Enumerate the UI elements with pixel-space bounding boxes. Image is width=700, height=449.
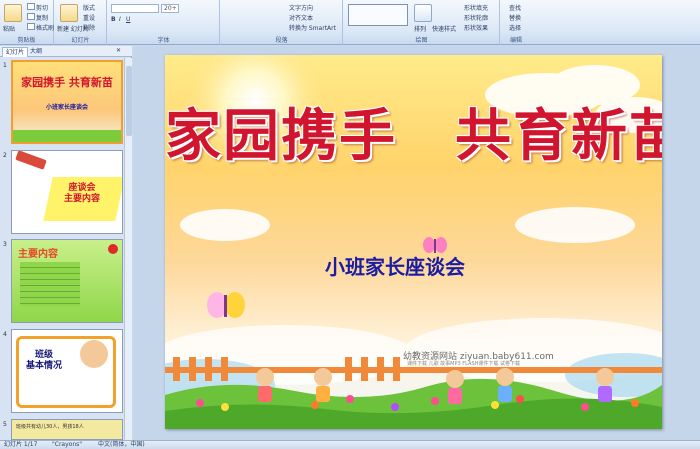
- convert-smartart-button[interactable]: 转换为 SmartArt: [289, 23, 336, 32]
- slide-number: 4: [3, 331, 7, 338]
- replace-button[interactable]: 替换: [509, 13, 521, 22]
- thumbnail-title: 座谈会 主要内容: [63, 183, 100, 204]
- slide-canvas[interactable]: 家园携手 共育新苗 小班家长座谈会 幼教资源网站 ziyuan.baby611.…: [165, 55, 662, 429]
- thumbnail-title: 主要内容: [18, 249, 58, 260]
- ribbon: 粘贴 剪切 复制 格式刷 剪贴板 新建 幻灯片 版式 重设 删除 幻灯片 20+…: [0, 0, 700, 45]
- layout-button[interactable]: 版式: [83, 3, 95, 12]
- slides-group-label: 幻灯片: [71, 37, 90, 44]
- thumbnail-slide-1[interactable]: 家园携手 共育新苗 小班家长座谈会: [11, 60, 123, 144]
- crayon-icon: [15, 151, 47, 170]
- paste-button[interactable]: [4, 4, 22, 22]
- new-slide-button[interactable]: [60, 4, 78, 22]
- shapes-gallery[interactable]: [348, 4, 408, 26]
- scrollbar-thumb[interactable]: [126, 66, 132, 136]
- watermark-small-text: 课件下载 儿歌 故事MP3 FLASH课件下载 试卷下载: [407, 361, 520, 367]
- thumbnail-title: 班级共有幼儿30人，男孩18人: [16, 424, 84, 430]
- panel-tabs: 幻灯片 大纲 ✕: [0, 46, 132, 57]
- font-size-combo[interactable]: 20+: [161, 4, 179, 13]
- thumbnail-title: 班级 基本情况: [26, 350, 63, 371]
- select-button[interactable]: 选择: [509, 23, 521, 32]
- slide-number: 1: [3, 62, 7, 69]
- clipboard-group: 粘贴 剪切 复制 格式刷 剪贴板: [0, 0, 54, 45]
- reset-button[interactable]: 重设: [83, 13, 95, 22]
- slide-title[interactable]: 家园携手 共育新苗: [165, 91, 662, 172]
- font-group-label: 字体: [157, 37, 170, 44]
- thumbnail-title: 家园携手 共育新苗: [21, 76, 113, 89]
- shape-outline-button[interactable]: 形状轮廓: [464, 13, 488, 22]
- copy-button[interactable]: 复制: [36, 13, 48, 22]
- thumbnail-slide-5[interactable]: 班级共有幼儿30人，男孩18人: [11, 419, 123, 440]
- slide-count: 幻灯片 1/17: [4, 441, 38, 448]
- tab-slides[interactable]: 幻灯片: [2, 47, 29, 57]
- find-button[interactable]: 查找: [509, 3, 521, 12]
- tab-outline[interactable]: 大纲: [27, 47, 45, 57]
- grass-decoration: [13, 130, 121, 142]
- underline-button[interactable]: U: [126, 16, 130, 23]
- content-list: [20, 262, 80, 306]
- child-icon: [80, 340, 108, 368]
- thumbnail-slide-4[interactable]: 班级 基本情况: [11, 329, 123, 413]
- arrange-label: 排列: [414, 26, 427, 33]
- italic-button[interactable]: I: [119, 16, 121, 23]
- status-bar: 幻灯片 1/17 "Crayons" 中文(简体，中国): [0, 440, 700, 449]
- cut-icon: [27, 3, 35, 10]
- paragraph-group: 文字方向 对齐文本 转换为 SmartArt 段落: [221, 0, 343, 45]
- drawing-group: 排列 快速样式 形状填充 形状轮廓 形状效果 绘图: [344, 0, 500, 45]
- slide-number: 2: [3, 152, 7, 159]
- thumbnail-slide-2[interactable]: 座谈会 主要内容: [11, 150, 123, 234]
- slide-subtitle[interactable]: 小班家长座谈会: [325, 251, 465, 280]
- slide-number: 3: [3, 241, 7, 248]
- slides-group: 新建 幻灯片 版式 重设 删除 幻灯片: [55, 0, 107, 45]
- cut-button[interactable]: 剪切: [36, 3, 48, 12]
- shape-effects-button[interactable]: 形状效果: [464, 23, 488, 32]
- quick-styles-button[interactable]: 快速样式: [432, 24, 456, 33]
- format-painter-icon: [27, 23, 35, 30]
- bold-button[interactable]: B: [111, 16, 116, 23]
- paste-label: 粘贴: [3, 26, 16, 33]
- font-family-combo[interactable]: [111, 4, 159, 13]
- language-indicator[interactable]: 中文(简体，中国): [98, 441, 145, 449]
- clipboard-group-label: 剪贴板: [17, 37, 36, 44]
- slide-editing-area: 家园携手 共育新苗 小班家长座谈会 幼教资源网站 ziyuan.baby611.…: [133, 46, 700, 440]
- thumbnail-scrollbar[interactable]: [124, 58, 132, 440]
- shape-fill-button[interactable]: 形状填充: [464, 3, 488, 12]
- text-direction-button[interactable]: 文字方向: [289, 3, 313, 12]
- delete-button[interactable]: 删除: [83, 23, 95, 32]
- close-panel-icon[interactable]: ✕: [116, 47, 121, 54]
- drawing-group-label: 绘图: [415, 37, 428, 44]
- flower-icon: [108, 244, 118, 254]
- slide-number: 5: [3, 421, 7, 428]
- font-group: 20+ B I U 字体: [108, 0, 220, 45]
- format-painter-button[interactable]: 格式刷: [36, 23, 54, 32]
- slides-panel: 幻灯片 大纲 ✕ 1 家园携手 共育新苗 小班家长座谈会 2 座谈会 主要内容 …: [0, 46, 132, 440]
- editing-group-label: 编辑: [509, 37, 522, 44]
- editing-group: 查找 替换 选择 编辑: [501, 0, 531, 45]
- paragraph-group-label: 段落: [275, 37, 288, 44]
- copy-icon: [27, 13, 35, 20]
- align-text-button[interactable]: 对齐文本: [289, 13, 313, 22]
- theme-name: "Crayons": [52, 441, 83, 448]
- arrange-button[interactable]: [414, 4, 432, 22]
- thumbnail-subtitle: 小班家长座谈会: [45, 104, 88, 111]
- thumbnail-slide-3[interactable]: 主要内容: [11, 239, 123, 323]
